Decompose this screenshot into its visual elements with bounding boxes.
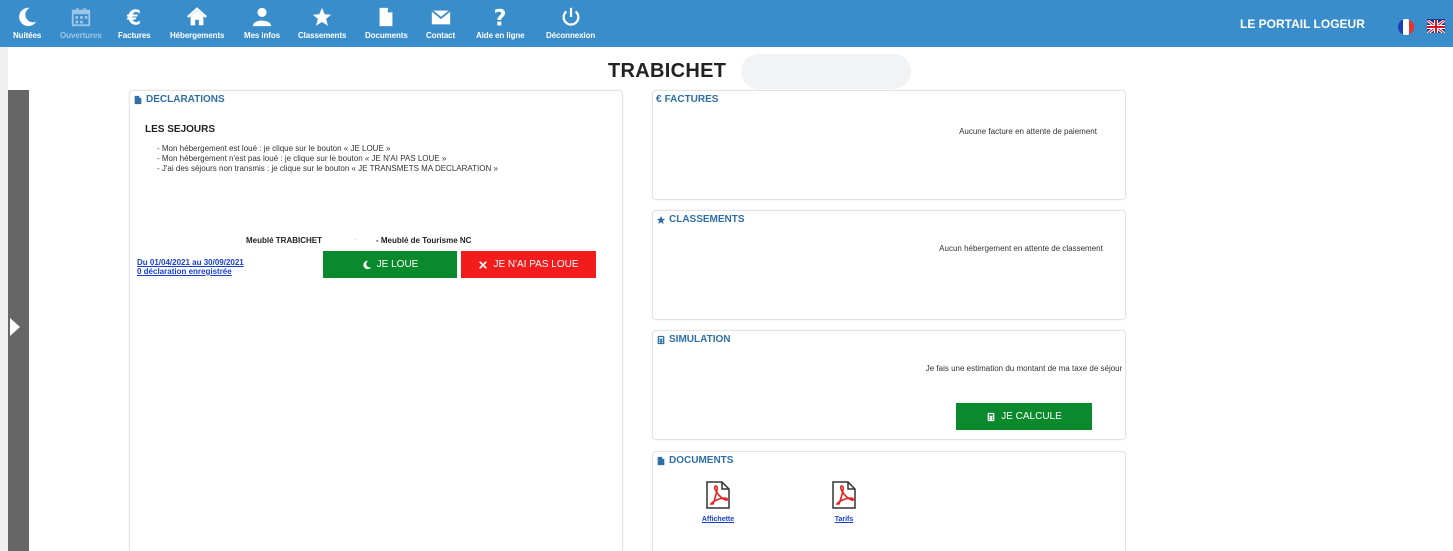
nav-mes-infos[interactable]: Mes infos xyxy=(244,6,280,40)
nav-label: Documents xyxy=(365,31,408,40)
close-icon xyxy=(479,260,488,269)
question-icon: ? xyxy=(494,6,507,28)
simulation-panel: SIMULATION Je fais une estimation du mon… xyxy=(652,330,1126,440)
sejours-heading: LES SEJOURS xyxy=(145,124,216,135)
classements-title-label: CLASSEMENTS xyxy=(669,214,745,225)
home-icon xyxy=(187,7,208,26)
je-calcule-button[interactable]: JE CALCULE xyxy=(956,403,1092,430)
document-affichette[interactable]: Affichette xyxy=(698,480,738,523)
documents-title: DOCUMENTS xyxy=(656,455,733,466)
title-search-pill xyxy=(741,54,911,89)
uk-flag-icon[interactable] xyxy=(1427,19,1445,33)
factures-message: Aucune facture en attente de paiement xyxy=(959,127,1097,136)
calculator-icon xyxy=(657,335,665,344)
nav-ouvertures[interactable]: Ouvertures xyxy=(60,6,102,40)
factures-panel: € FACTURES Aucune facture en attente de … xyxy=(652,90,1126,200)
factures-title-label: FACTURES xyxy=(664,94,719,105)
documents-panel: DOCUMENTS Affichette Tarifs xyxy=(652,451,1126,551)
nav-documents[interactable]: Documents xyxy=(365,6,408,40)
nav-label: Ouvertures xyxy=(60,31,102,40)
property-separator: - xyxy=(354,236,357,244)
instructions-list: - Mon hébergement est loué : je clique s… xyxy=(157,144,617,174)
envelope-icon xyxy=(430,9,451,25)
nav-label: Mes infos xyxy=(244,31,280,40)
file-icon xyxy=(657,456,665,465)
instruction-line: - Mon hébergement est loué : je clique s… xyxy=(157,144,391,153)
declaration-count-link[interactable]: 0 déclaration enregistrée xyxy=(137,267,232,276)
nav-classements[interactable]: Classements xyxy=(298,6,346,40)
portal-brand: LE PORTAIL LOGEUR xyxy=(1240,17,1365,31)
nav-label: Classements xyxy=(298,31,347,40)
property-name: Meublé TRABICHET xyxy=(246,236,322,245)
simulation-title: SIMULATION xyxy=(656,334,730,345)
nav-factures[interactable]: € Factures xyxy=(118,6,151,40)
french-flag-icon[interactable] xyxy=(1398,19,1414,35)
classements-message: Aucun hébergement en attente de classeme… xyxy=(939,244,1103,253)
svg-text:?: ? xyxy=(494,6,507,28)
instruction-line: - Mon hébergement n'est pas loué : je cl… xyxy=(157,154,447,163)
property-type: - Meublé de Tourisme NC xyxy=(376,236,472,245)
period-link[interactable]: Du 01/04/2021 au 30/09/2021 xyxy=(137,258,244,267)
declarations-title-label: DECLARATIONS xyxy=(146,94,225,105)
document-link[interactable]: Tarifs xyxy=(824,516,864,523)
calculator-icon xyxy=(987,412,995,421)
nav-label: Déconnexion xyxy=(546,31,596,40)
user-icon xyxy=(252,7,272,27)
nav-deconnexion[interactable]: Déconnexion xyxy=(546,6,595,40)
nav-aide-en-ligne[interactable]: ? Aide en ligne xyxy=(476,6,525,40)
file-icon xyxy=(379,7,393,27)
document-link[interactable]: Affichette xyxy=(698,516,738,523)
svg-text:€: € xyxy=(126,6,141,28)
star-icon xyxy=(656,215,666,224)
nav-contact[interactable]: Contact xyxy=(426,6,455,40)
je-n-ai-pas-loue-button[interactable]: JE N'AI PAS LOUE xyxy=(461,251,596,278)
classements-title: CLASSEMENTS xyxy=(656,214,745,225)
simulation-title-label: SIMULATION xyxy=(669,334,731,345)
classements-panel: CLASSEMENTS Aucun hébergement en attente… xyxy=(652,210,1126,320)
nav-label: Factures xyxy=(118,31,151,40)
je-loue-button[interactable]: JE LOUE xyxy=(323,251,457,278)
je-loue-label: JE LOUE xyxy=(376,259,419,270)
documents-title-label: DOCUMENTS xyxy=(669,455,734,466)
nav-label: Nuitées xyxy=(13,31,42,40)
nav-label: Contact xyxy=(426,31,456,40)
nav-label: Aide en ligne xyxy=(476,31,525,40)
calendar-icon xyxy=(71,7,91,27)
power-icon xyxy=(562,7,580,26)
top-nav-bar: Nuitées Ouvertures € Factures Hébergemen… xyxy=(0,0,1453,47)
je-calcule-label: JE CALCULE xyxy=(1001,411,1062,422)
simulation-message: Je fais une estimation du montant de ma … xyxy=(925,364,1123,373)
nav-label: Hébergements xyxy=(170,31,225,40)
expand-arrow-icon[interactable] xyxy=(10,318,20,336)
page-title: TRABICHET xyxy=(608,60,727,82)
pdf-icon[interactable] xyxy=(831,480,857,510)
document-tarifs[interactable]: Tarifs xyxy=(824,480,864,523)
moon-icon xyxy=(363,260,371,269)
star-icon xyxy=(312,7,332,26)
euro-icon: € xyxy=(656,94,662,105)
euro-icon: € xyxy=(126,6,141,28)
moon-icon xyxy=(19,7,37,27)
declarations-panel: DECLARATIONS LES SEJOURS - Mon hébergeme… xyxy=(129,90,623,551)
instruction-line: - J'ai des séjours non transmis : je cli… xyxy=(157,164,498,173)
nav-nuitees[interactable]: Nuitées xyxy=(13,6,41,40)
je-n-ai-pas-loue-label: JE N'AI PAS LOUE xyxy=(493,259,579,270)
pdf-icon[interactable] xyxy=(705,480,731,510)
file-icon xyxy=(134,95,142,104)
nav-hebergements[interactable]: Hébergements xyxy=(170,6,224,40)
factures-title: € FACTURES xyxy=(656,94,718,105)
declarations-title: DECLARATIONS xyxy=(133,94,225,105)
